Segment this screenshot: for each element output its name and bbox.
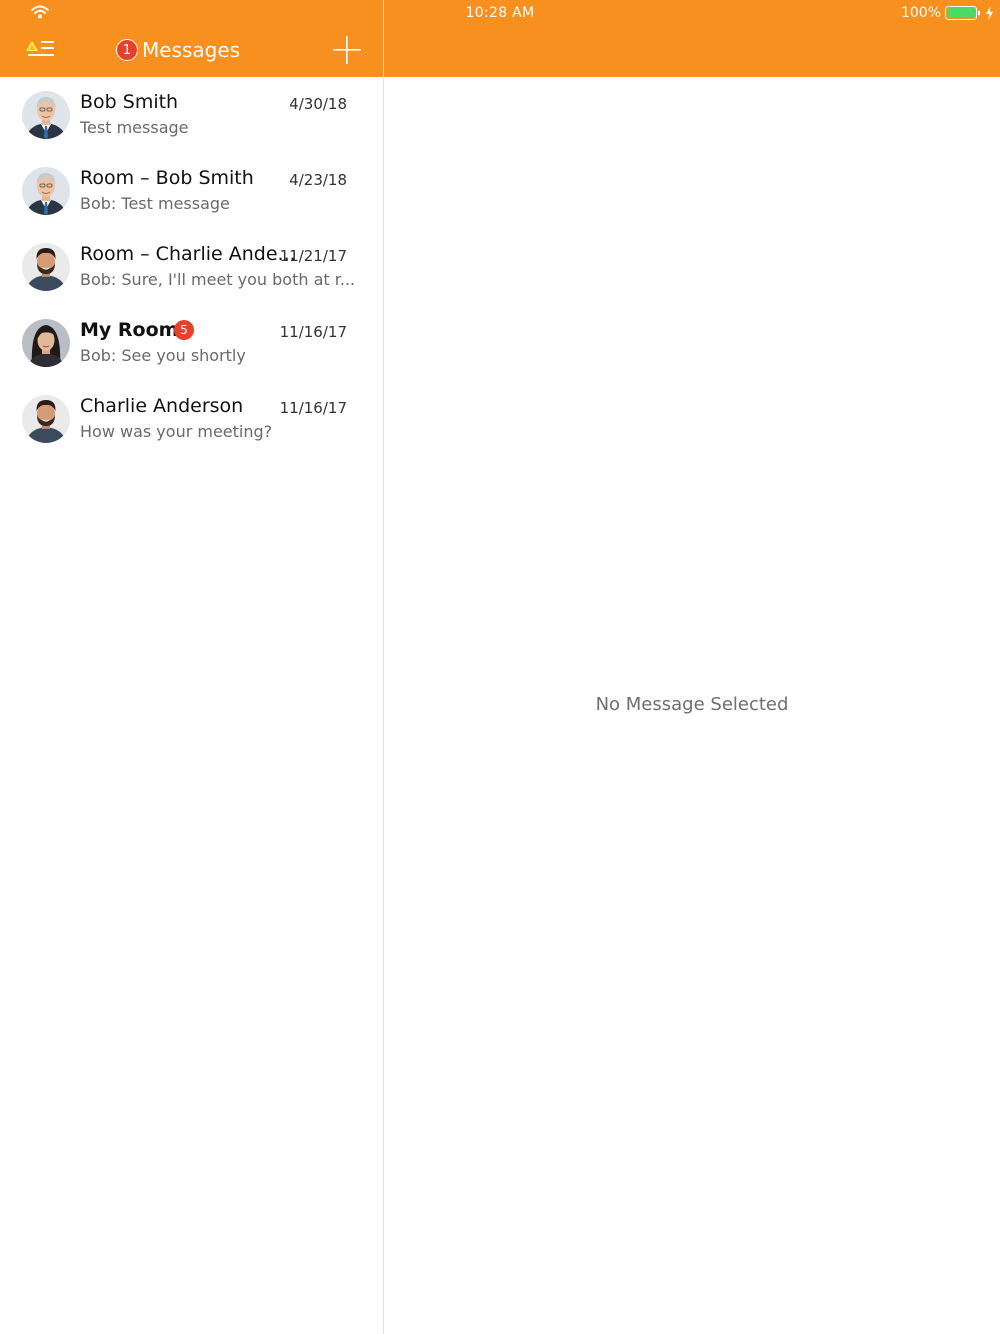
conversation-preview: Bob: See you shortly — [80, 346, 246, 365]
conversation-row[interactable]: Bob Smith 4/30/18 Test message — [0, 77, 383, 153]
conversation-name: Room – Charlie Ande... — [80, 243, 296, 265]
avatar — [22, 395, 70, 443]
conversation-row[interactable]: My Room 5 11/16/17 Bob: See you shortly — [0, 305, 383, 381]
conversation-list: Bob Smith 4/30/18 Test message Room – Bo… — [0, 77, 383, 457]
conversation-date: 11/16/17 — [279, 399, 347, 417]
conversation-name: My Room — [80, 319, 179, 341]
unread-badge: 1 — [116, 39, 138, 61]
conversation-row[interactable]: Room – Charlie Ande... 11/21/17 Bob: Sur… — [0, 229, 383, 305]
avatar — [22, 91, 70, 139]
avatar — [22, 319, 70, 367]
conversation-date: 11/16/17 — [279, 323, 347, 341]
battery-percent: 100% — [900, 5, 941, 21]
conversation-name: Charlie Anderson — [80, 395, 244, 417]
conversation-date: 4/30/18 — [289, 95, 347, 113]
charging-bolt-icon — [986, 6, 993, 20]
conversation-name: Bob Smith — [80, 91, 179, 113]
top-bar: 10:28 AM 100% 1 Messages — [0, 0, 1000, 77]
split-divider — [383, 0, 384, 1334]
empty-state-message: No Message Selected — [595, 694, 789, 715]
menu-logo-icon[interactable] — [25, 39, 55, 59]
add-icon[interactable] — [332, 35, 362, 65]
status-time: 10:28 AM — [465, 5, 535, 21]
avatar — [22, 243, 70, 291]
conversation-preview: How was your meeting? — [80, 422, 273, 441]
nav-title-text: Messages — [142, 38, 241, 62]
unread-badge: 5 — [174, 320, 194, 340]
conversation-row[interactable]: Charlie Anderson 11/16/17 How was your m… — [0, 381, 383, 457]
conversation-date: 4/23/18 — [289, 171, 347, 189]
conversation-preview: Bob: Test message — [80, 194, 230, 213]
battery-indicator: 100% — [901, 4, 994, 22]
battery-icon — [945, 6, 980, 20]
conversation-preview: Test message — [80, 118, 189, 137]
conversation-preview: Bob: Sure, I'll meet you both at r... — [80, 270, 356, 289]
nav-title: 1 Messages — [116, 38, 240, 62]
conversation-row[interactable]: Room – Bob Smith 4/23/18 Bob: Test messa… — [0, 153, 383, 229]
avatar — [22, 167, 70, 215]
conversation-date: 11/21/17 — [279, 247, 347, 265]
conversation-name: Room – Bob Smith — [80, 167, 254, 189]
